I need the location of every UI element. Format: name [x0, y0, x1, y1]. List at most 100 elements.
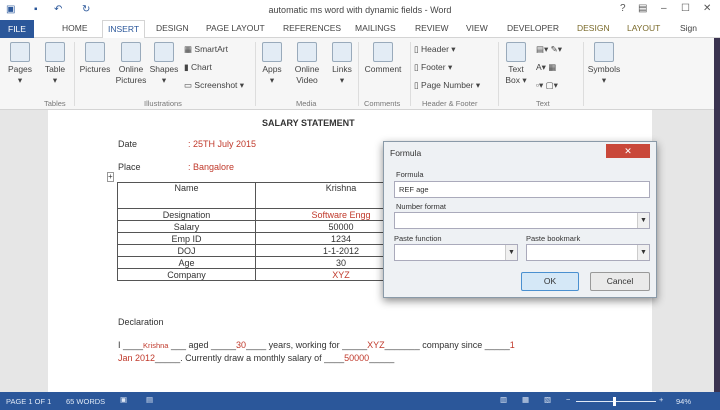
macro-recording-icon[interactable]: ▤	[146, 395, 153, 404]
zoom-out-button[interactable]: −	[566, 395, 570, 404]
dialog-close-button[interactable]: ✕	[606, 144, 650, 158]
minimize-button[interactable]: –	[661, 3, 667, 14]
shapes-button[interactable]: Shapes ▾	[148, 42, 180, 86]
tab-file[interactable]: FILE	[0, 20, 34, 38]
zoom-slider[interactable]	[576, 401, 656, 402]
formula-label: Formula	[396, 170, 424, 179]
page-count[interactable]: PAGE 1 OF 1	[6, 397, 51, 406]
tab-insert[interactable]: INSERT	[102, 20, 146, 39]
zoom-in-button[interactable]: +	[659, 395, 663, 404]
header-button[interactable]: ▯ Header ▾	[414, 44, 456, 55]
tab-developer[interactable]: DEVELOPER	[507, 23, 559, 33]
number-format-label: Number format	[396, 202, 447, 211]
tab-page-layout[interactable]: PAGE LAYOUT	[206, 23, 265, 33]
divider	[498, 42, 499, 106]
text-run: I ____	[118, 340, 144, 350]
field-doj: Jan 2012	[118, 353, 156, 363]
chevron-down-icon[interactable]: ▼	[637, 245, 649, 260]
table-row: Designation Software Engg	[116, 208, 427, 221]
maximize-button[interactable]: ☐	[681, 3, 690, 14]
word-count[interactable]: 65 WORDS	[66, 397, 105, 406]
ribbon-display-options-icon[interactable]: ▤	[638, 3, 647, 14]
salary-table: Name Krishna Designation Software Engg Sal…	[116, 182, 427, 281]
vertical-scrollbar[interactable]	[714, 38, 720, 392]
formula-input[interactable]: REF age	[394, 181, 650, 198]
print-layout-icon[interactable]: ▦	[522, 395, 529, 404]
place-label: Place	[118, 162, 141, 172]
tab-mailings[interactable]: MAILINGS	[355, 23, 396, 33]
read-mode-icon[interactable]: ▥	[500, 395, 507, 404]
chevron-down-icon[interactable]: ▼	[505, 245, 517, 260]
group-text-label: Text	[536, 99, 550, 108]
tab-design[interactable]: DESIGN	[156, 23, 189, 33]
tab-table-layout[interactable]: LAYOUT	[627, 23, 660, 33]
text-run: ___ aged _____	[168, 340, 237, 350]
pictures-button[interactable]: Pictures	[78, 42, 112, 75]
field-age: 30	[236, 340, 247, 350]
smartart-button[interactable]: ▦ SmartArt	[184, 44, 228, 55]
text-run: _____. Currently draw a monthly salary o…	[155, 353, 345, 363]
close-button[interactable]: ✕	[703, 3, 711, 14]
quick-parts-icon[interactable]: ▤▾ ✎▾	[536, 44, 562, 55]
divider	[74, 42, 75, 106]
text-run: _____	[369, 353, 395, 363]
table-row: Emp ID 1234	[116, 232, 427, 245]
tab-table-design[interactable]: DESIGN	[577, 23, 610, 33]
paste-bookmark-select[interactable]: ▼	[526, 244, 650, 261]
divider	[358, 42, 359, 106]
table-move-handle-icon[interactable]: +	[107, 172, 114, 182]
table-icon	[45, 42, 65, 62]
drop-cap-icon[interactable]: ▫▾ ▢▾	[536, 80, 558, 91]
divider	[583, 42, 584, 106]
page-number-button[interactable]: ▯ Page Number ▾	[414, 80, 480, 91]
zoom-slider-thumb[interactable]	[613, 397, 616, 406]
table-cell[interactable]: Company	[116, 268, 257, 281]
online-pictures-button[interactable]: Online Pictures	[114, 42, 148, 86]
wordart-icon[interactable]: A▾ ▦	[536, 62, 556, 73]
web-layout-icon[interactable]: ▧	[544, 395, 551, 404]
cancel-button[interactable]: Cancel	[590, 272, 650, 291]
chart-button[interactable]: ▮ Chart	[184, 62, 212, 73]
footer-button[interactable]: ▯ Footer ▾	[414, 62, 452, 73]
dialog-title: Formula	[390, 148, 422, 158]
ok-button[interactable]: OK	[521, 272, 579, 291]
apps-button[interactable]: Apps ▾	[258, 42, 286, 86]
table-cell[interactable]: Name	[116, 182, 257, 209]
table-cell[interactable]: Age	[116, 256, 257, 269]
pages-button[interactable]: Pages ▾	[6, 42, 34, 86]
shapes-icon	[154, 42, 174, 62]
screenshot-button[interactable]: ▭ Screenshot ▾	[184, 80, 244, 91]
divider	[410, 42, 411, 106]
tab-home[interactable]: HOME	[62, 23, 88, 33]
declaration-text: I ____Krishna ___ aged _____30____ years…	[118, 339, 588, 365]
text-box-button[interactable]: Text Box ▾	[502, 42, 530, 86]
ribbon: Pages ▾ Table ▾ Tables Pictures Online Pic…	[0, 38, 714, 110]
table-cell[interactable]: DOJ	[116, 244, 257, 257]
comment-icon	[373, 42, 393, 62]
online-video-button[interactable]: Online Video	[290, 42, 324, 86]
comment-button[interactable]: Comment	[360, 42, 406, 75]
number-format-select[interactable]: ▼	[394, 212, 650, 229]
tab-references[interactable]: REFERENCES	[283, 23, 341, 33]
pictures-icon	[85, 42, 105, 62]
table-cell[interactable]: Emp ID	[116, 232, 257, 245]
symbols-button[interactable]: Symbols ▾	[586, 42, 622, 86]
tab-view[interactable]: VIEW	[466, 23, 488, 33]
links-button[interactable]: Links ▾	[328, 42, 356, 86]
chevron-down-icon[interactable]: ▼	[637, 213, 649, 228]
group-illustrations-label: Illustrations	[144, 99, 182, 108]
online-pictures-icon	[121, 42, 141, 62]
ribbon-tabs: FILE HOME INSERT DESIGN PAGE LAYOUT REFE…	[0, 20, 720, 39]
tab-review[interactable]: REVIEW	[415, 23, 449, 33]
zoom-level[interactable]: 94%	[676, 397, 691, 406]
table-button[interactable]: Table ▾	[40, 42, 70, 86]
paste-function-label: Paste function	[394, 234, 442, 243]
paste-function-select[interactable]: ▼	[394, 244, 518, 261]
proofing-icon[interactable]: ▣	[120, 395, 127, 404]
table-cell[interactable]: Salary	[116, 220, 257, 233]
table-cell[interactable]: Designation	[116, 208, 257, 221]
tab-sign-in[interactable]: Sign	[680, 23, 697, 33]
table-row: Company XYZ	[116, 268, 427, 281]
omega-icon	[594, 42, 614, 62]
help-button[interactable]: ?	[620, 3, 626, 14]
